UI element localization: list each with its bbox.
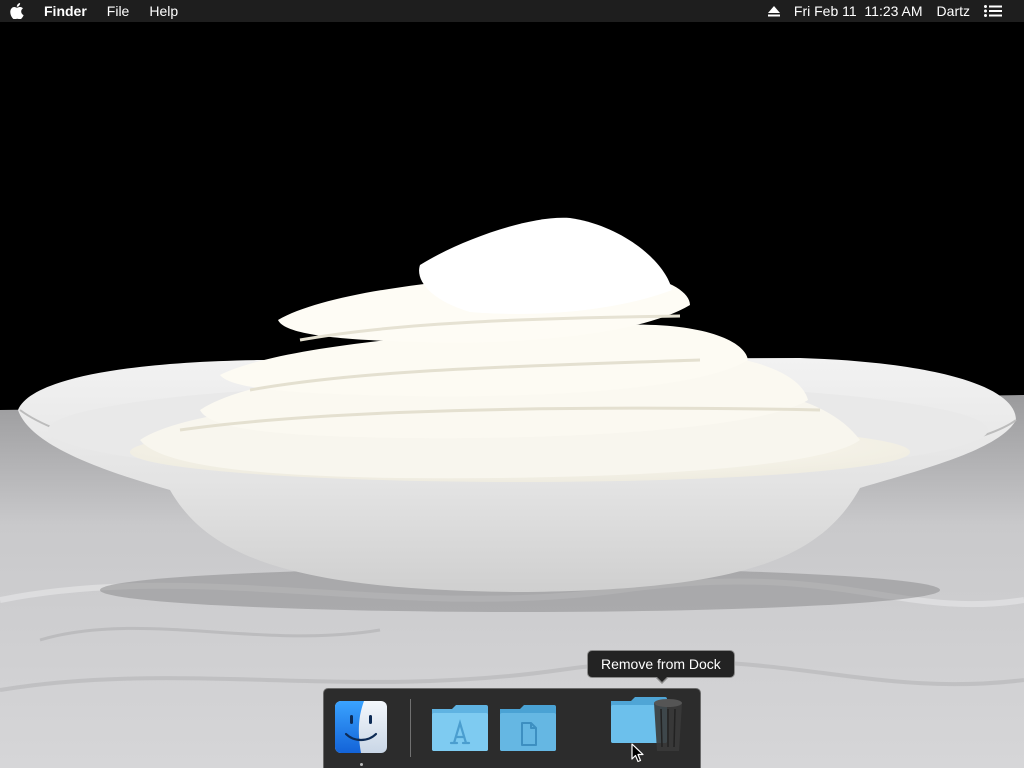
menu-help[interactable]: Help: [139, 0, 188, 22]
wallpaper-image: [0, 0, 1024, 768]
list-bullets-icon[interactable]: [977, 5, 1024, 17]
menu-app-finder[interactable]: Finder: [34, 0, 97, 22]
finder-icon[interactable]: [335, 701, 393, 759]
dock-separator: [410, 699, 411, 757]
finder-running-indicator: [360, 763, 363, 766]
documents-folder-icon[interactable]: [498, 701, 556, 759]
user-menu[interactable]: Dartz: [930, 0, 977, 22]
menu-file[interactable]: File: [97, 0, 140, 22]
eject-icon[interactable]: [761, 5, 787, 17]
trash-icon[interactable]: [650, 697, 708, 755]
desktop: Finder File Help Fri Feb 11 11:23 AM Dar…: [0, 0, 1024, 768]
clock[interactable]: Fri Feb 11 11:23 AM: [787, 0, 930, 22]
apple-logo-icon[interactable]: [0, 0, 34, 22]
applications-folder-icon[interactable]: [430, 701, 488, 759]
menu-bar: Finder File Help Fri Feb 11 11:23 AM Dar…: [0, 0, 1024, 22]
tooltip-arrow-fill: [656, 676, 668, 682]
mouse-cursor-icon: [631, 743, 644, 763]
dock-tooltip: Remove from Dock: [587, 650, 735, 678]
